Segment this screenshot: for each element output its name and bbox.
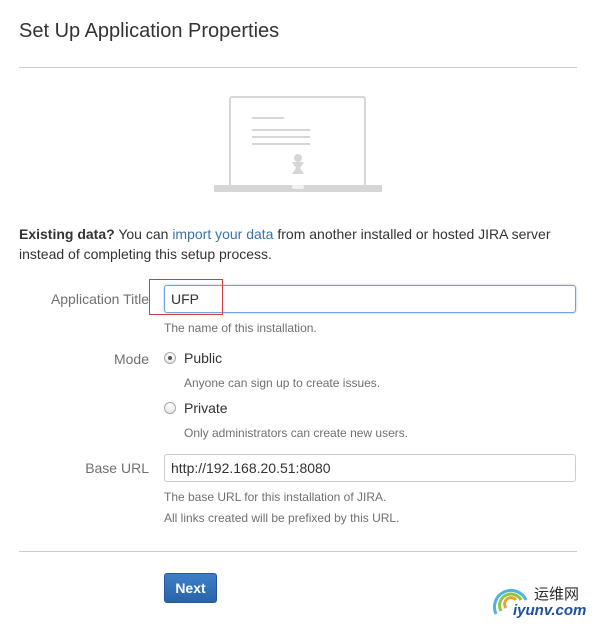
base-url-label: Base URL — [85, 460, 149, 476]
existing-data-heading: Existing data? — [19, 226, 115, 242]
watermark-cn: 运维网 — [534, 586, 580, 603]
existing-data-notice: Existing data? You can import your data … — [19, 224, 589, 264]
bottom-divider — [19, 551, 577, 552]
app-title-input[interactable] — [164, 285, 576, 313]
base-url-input[interactable] — [164, 454, 576, 482]
existing-data-text: You can — [114, 226, 173, 242]
highlight-box — [149, 279, 223, 315]
public-radio-label[interactable]: Public — [184, 350, 222, 366]
next-button[interactable]: Next — [164, 573, 217, 603]
watermark-en: iyunv.com — [513, 602, 587, 619]
base-url-description-1: The base URL for this installation of JI… — [164, 490, 387, 504]
laptop-setup-icon — [214, 96, 382, 192]
app-title-description: The name of this installation. — [164, 321, 317, 335]
private-radio[interactable] — [164, 402, 176, 414]
mode-option-private[interactable]: Private — [164, 400, 228, 416]
mode-option-public[interactable]: Public — [164, 350, 222, 366]
mode-label: Mode — [113, 351, 149, 367]
import-data-link[interactable]: import your data — [172, 226, 273, 242]
app-title-label: Application Title — [50, 291, 149, 307]
public-description: Anyone can sign up to create issues. — [184, 376, 381, 390]
private-description: Only administrators can create new users… — [184, 426, 409, 440]
top-divider — [19, 67, 577, 68]
private-radio-label[interactable]: Private — [184, 400, 228, 416]
public-radio[interactable] — [164, 352, 176, 364]
base-url-description-2: All links created will be prefixed by th… — [164, 511, 400, 525]
page-title: Set Up Application Properties — [19, 20, 280, 42]
